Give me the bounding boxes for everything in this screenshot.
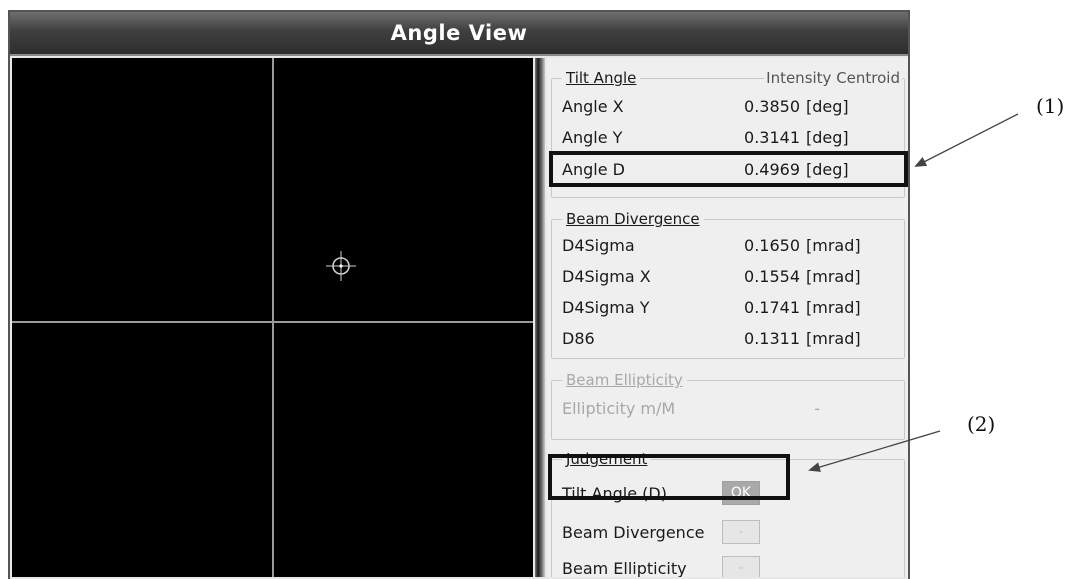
beam-divergence-group: Beam Divergence D4Sigma 0.1650 [mrad] D4… xyxy=(551,210,905,359)
row-value: 0.3141 xyxy=(744,128,800,147)
row-label: Ellipticity m/M xyxy=(562,399,676,418)
row-value: - xyxy=(814,399,820,418)
angle-x-row: Angle X 0.3850 [deg] xyxy=(562,93,902,121)
row-label: D4Sigma Y xyxy=(562,298,650,317)
window-title: Angle View xyxy=(10,12,908,56)
callout-arrow-1 xyxy=(914,113,1019,167)
row-unit: [mrad] xyxy=(806,267,861,286)
row-label: Beam Ellipticity xyxy=(562,559,687,577)
crosshair-vertical xyxy=(272,58,274,577)
highlight-box-angle-d xyxy=(549,151,908,187)
row-value: 0.3850 xyxy=(744,97,800,116)
row-unit: [mrad] xyxy=(806,329,861,348)
ellipticity-row: Ellipticity m/M - xyxy=(562,395,902,423)
row-label: D4Sigma X xyxy=(562,267,651,286)
d4sigma-x-row: D4Sigma X 0.1554 [mrad] xyxy=(562,263,902,291)
row-value: 0.1554 xyxy=(744,267,800,286)
row-label: Beam Divergence xyxy=(562,523,705,542)
row-label: D4Sigma xyxy=(562,236,635,255)
row-unit: [mrad] xyxy=(806,236,861,255)
row-unit: [deg] xyxy=(806,128,849,147)
row-unit: [deg] xyxy=(806,97,849,116)
d86-row: D86 0.1311 [mrad] xyxy=(562,325,902,353)
row-value: 0.1741 xyxy=(744,298,800,317)
judgement-divergence-row: Beam Divergence - xyxy=(562,517,802,547)
judgement-ellipticity-row: Beam Ellipticity - xyxy=(562,553,802,577)
row-unit: [mrad] xyxy=(806,298,861,317)
beam-divergence-legend: Beam Divergence xyxy=(562,210,704,228)
row-value: 0.1650 xyxy=(744,236,800,255)
row-label: Angle Y xyxy=(562,128,623,147)
d4sigma-row: D4Sigma 0.1650 [mrad] xyxy=(562,232,902,260)
row-value: 0.1311 xyxy=(744,329,800,348)
target-marker-icon xyxy=(326,251,356,281)
beam-ellipticity-legend: Beam Ellipticity xyxy=(562,371,687,389)
beam-viewport[interactable] xyxy=(12,58,533,577)
row-label: D86 xyxy=(562,329,595,348)
highlight-box-tilt-judgement xyxy=(548,454,790,500)
angle-y-row: Angle Y 0.3141 [deg] xyxy=(562,124,902,152)
callout-label-2: (2) xyxy=(967,412,996,436)
tilt-angle-legend: Tilt Angle xyxy=(562,69,641,87)
panel-divider[interactable] xyxy=(535,58,545,577)
d4sigma-y-row: D4Sigma Y 0.1741 [mrad] xyxy=(562,294,902,322)
divergence-judgement-badge: - xyxy=(722,520,760,544)
tilt-angle-mode: Intensity Centroid xyxy=(764,69,902,87)
crosshair-horizontal xyxy=(12,321,533,323)
row-label: Angle X xyxy=(562,97,624,116)
beam-ellipticity-group: Beam Ellipticity Ellipticity m/M - xyxy=(551,371,905,440)
callout-label-1: (1) xyxy=(1036,94,1065,118)
ellipticity-judgement-badge: - xyxy=(722,556,760,577)
